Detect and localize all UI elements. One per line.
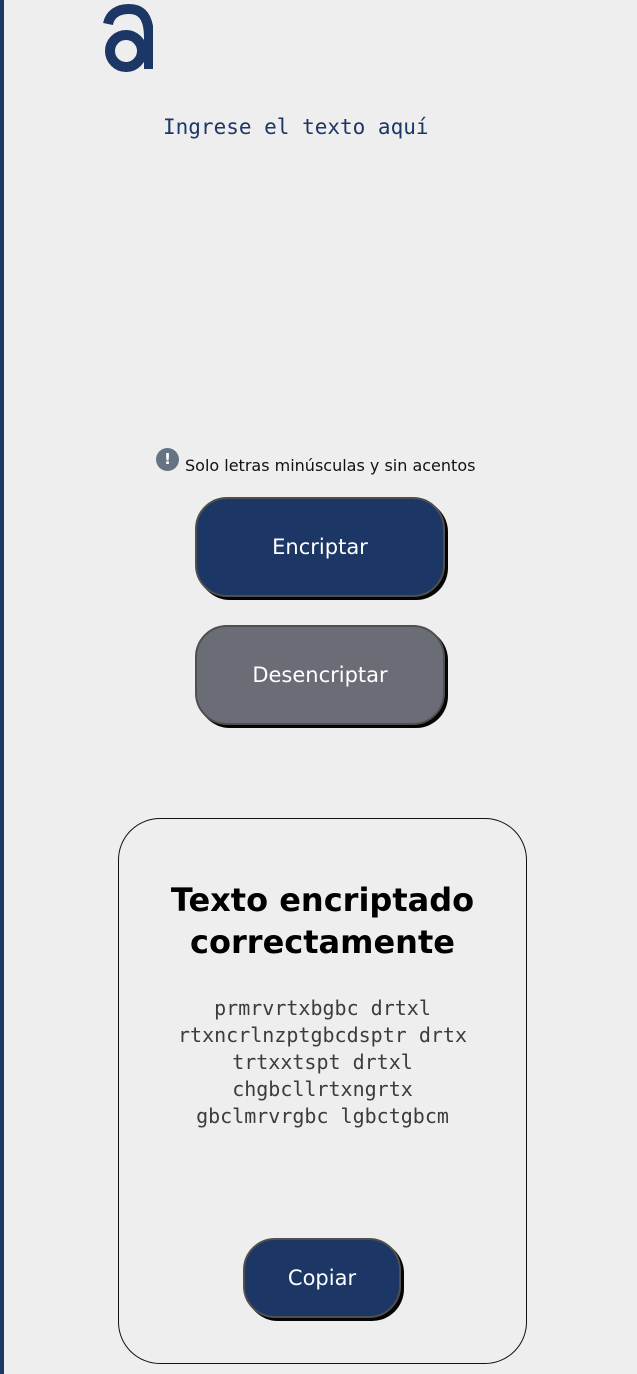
decrypt-button[interactable]: Desencriptar — [195, 625, 445, 725]
encrypt-button[interactable]: Encriptar — [195, 497, 445, 597]
left-edge-bar — [0, 0, 4, 1374]
hint: ! Solo letras minúsculas y sin acentos — [156, 444, 475, 475]
result-text: prmrvrtxbgbc drtxl rtxncrlnzptgbcdsptr d… — [178, 996, 467, 1128]
result-card: Texto encriptado correctamente prmrvrtxb… — [118, 818, 527, 1364]
exclamation-circle-icon: ! — [156, 448, 179, 471]
copy-button[interactable]: Copiar — [243, 1238, 401, 1318]
hint-text: Solo letras minúsculas y sin acentos — [185, 456, 476, 475]
text-input[interactable] — [163, 112, 583, 412]
alura-logo-icon[interactable] — [103, 3, 154, 75]
result-title: Texto encriptado correctamente — [170, 881, 475, 961]
